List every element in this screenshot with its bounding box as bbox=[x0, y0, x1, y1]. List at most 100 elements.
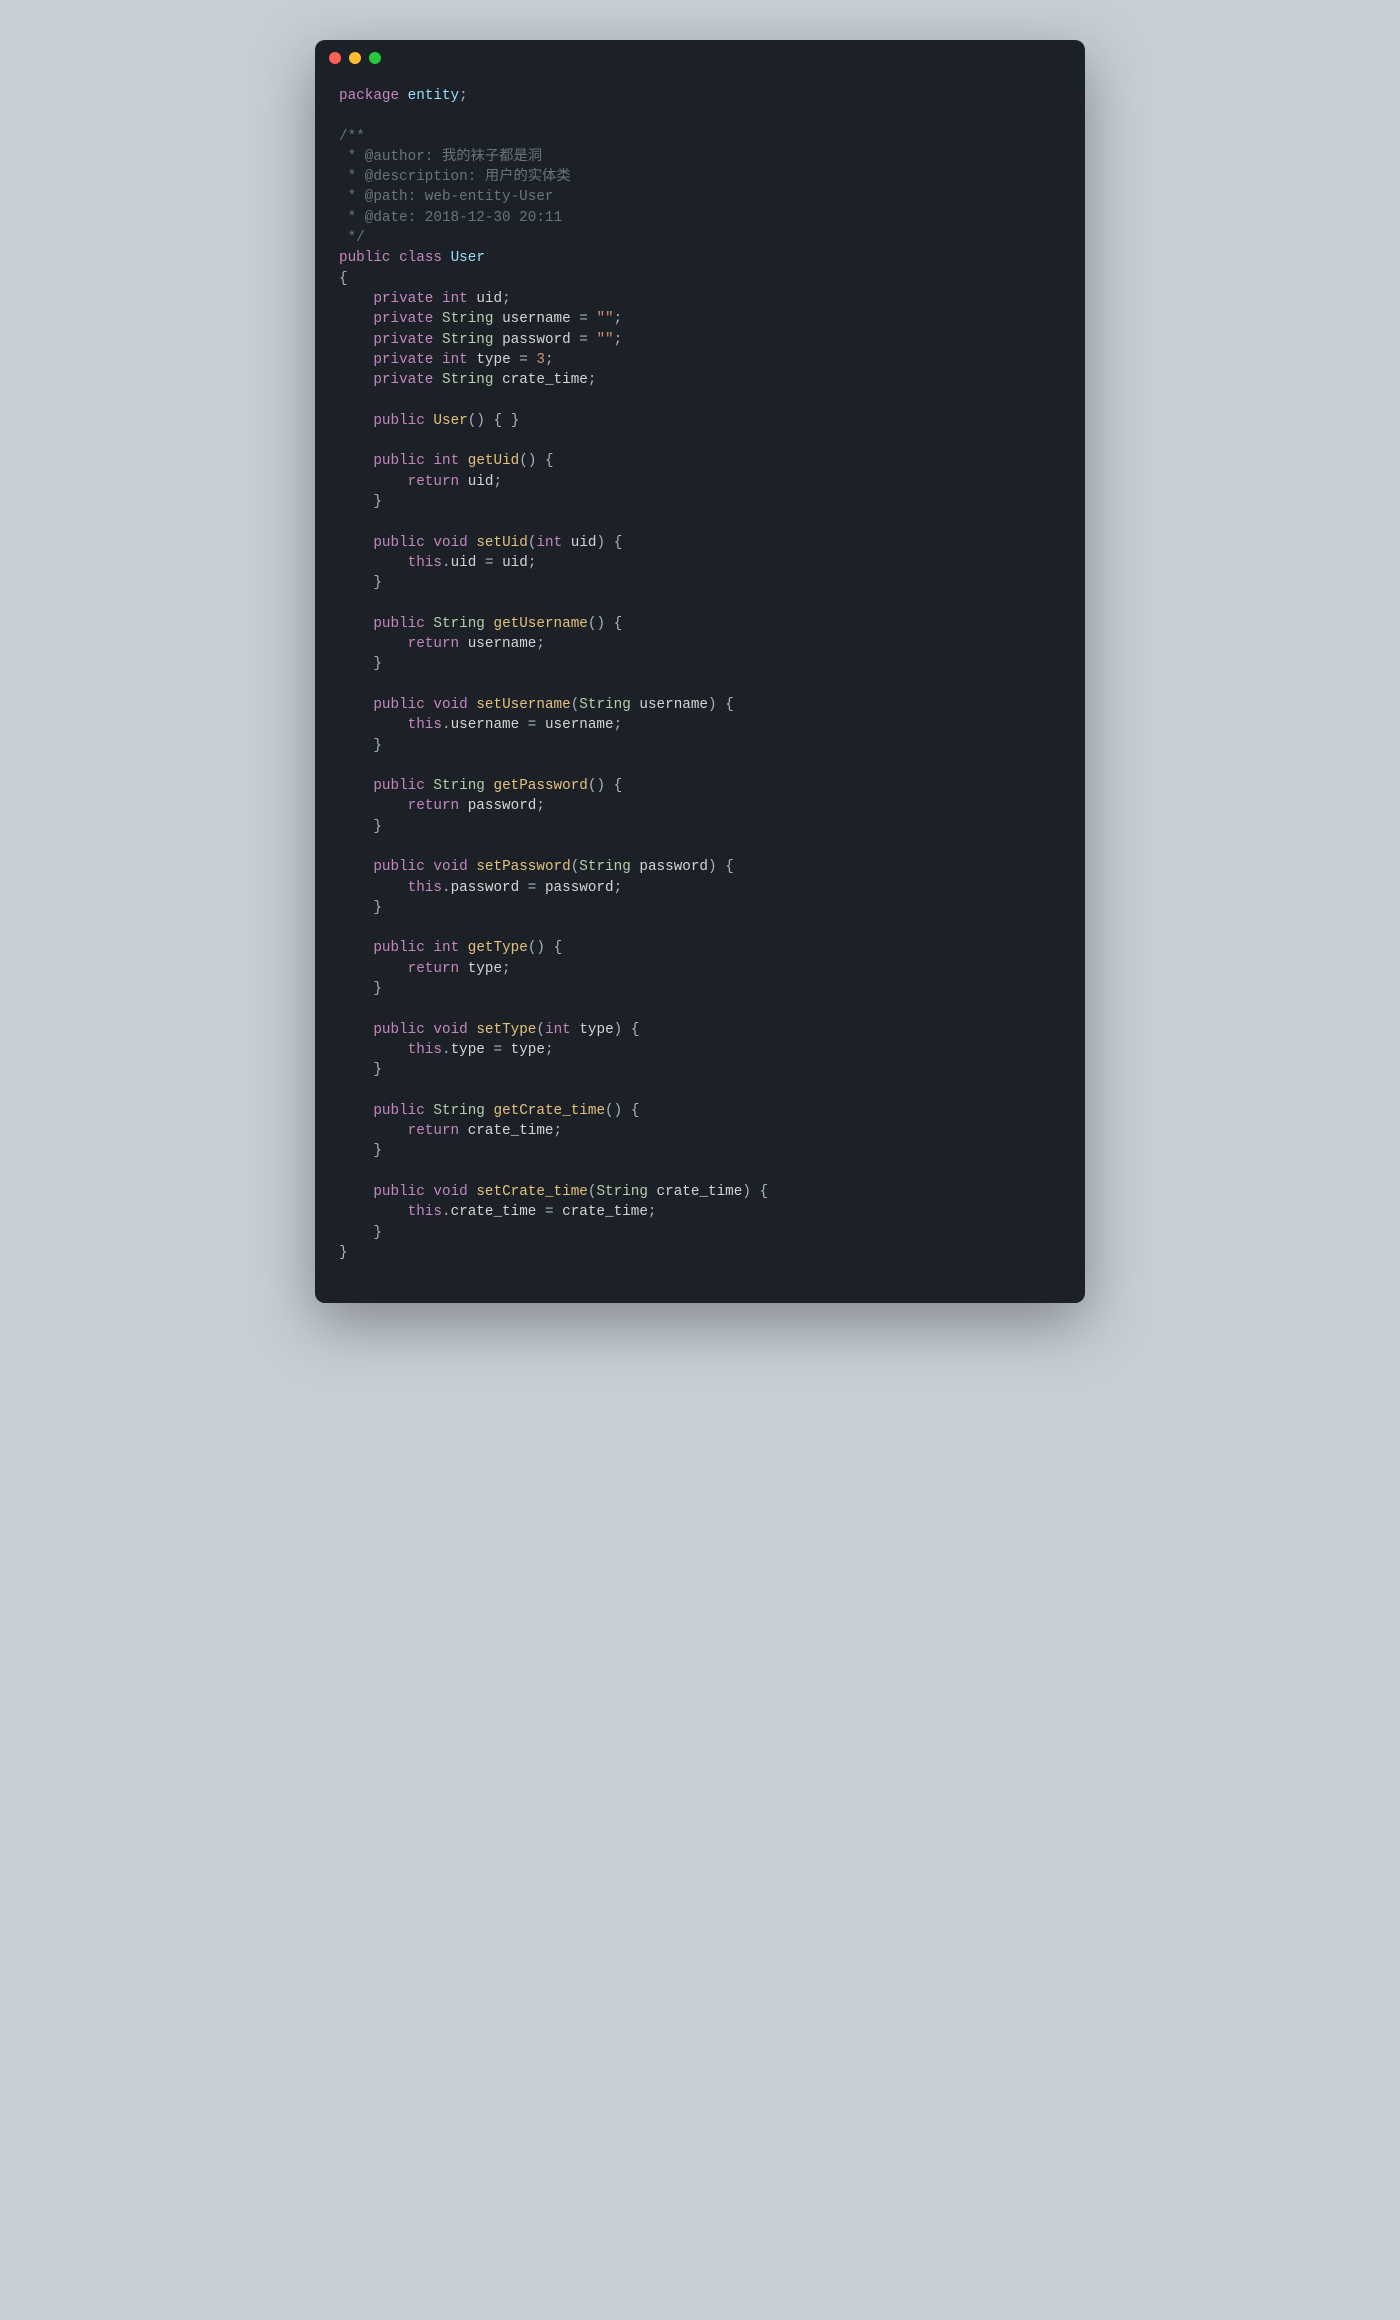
semicolon: ; bbox=[614, 332, 623, 348]
brace-close: } bbox=[373, 494, 382, 510]
comment-close: */ bbox=[339, 230, 365, 246]
method-setUid: setUid bbox=[476, 535, 527, 551]
paren-close: ) bbox=[596, 778, 605, 794]
comment-open: /** bbox=[339, 129, 365, 145]
keyword-return: return bbox=[408, 474, 459, 490]
paren-open: ( bbox=[571, 697, 580, 713]
type-void: void bbox=[433, 1184, 467, 1200]
semicolon: ; bbox=[536, 798, 545, 814]
keyword-public: public bbox=[373, 535, 424, 551]
paren-close: ) bbox=[708, 697, 717, 713]
type-void: void bbox=[433, 697, 467, 713]
param-type-int: int bbox=[536, 535, 562, 551]
keyword-class: class bbox=[399, 250, 442, 266]
type-int: int bbox=[442, 291, 468, 307]
dot: . bbox=[442, 1204, 451, 1220]
assign-type: type bbox=[511, 1042, 545, 1058]
semicolon: ; bbox=[459, 88, 468, 104]
keyword-return: return bbox=[408, 961, 459, 977]
comment-desc-tag: * @description: bbox=[339, 169, 485, 185]
constructor-name: User bbox=[433, 413, 467, 429]
keyword-this: this bbox=[408, 1204, 442, 1220]
paren-open: ( bbox=[536, 1022, 545, 1038]
brace-close: } bbox=[373, 656, 382, 672]
keyword-public: public bbox=[373, 697, 424, 713]
semicolon: ; bbox=[648, 1204, 657, 1220]
brace-close: } bbox=[511, 413, 520, 429]
keyword-public: public bbox=[373, 1103, 424, 1119]
type-string: String bbox=[433, 1103, 484, 1119]
param-type-string: String bbox=[579, 859, 630, 875]
method-setUsername: setUsername bbox=[476, 697, 570, 713]
assign-password: password bbox=[545, 880, 614, 896]
minimize-icon[interactable] bbox=[349, 52, 361, 64]
semicolon: ; bbox=[588, 372, 597, 388]
equals: = bbox=[571, 311, 597, 327]
keyword-package: package bbox=[339, 88, 399, 104]
keyword-public: public bbox=[373, 778, 424, 794]
number-three: 3 bbox=[536, 352, 545, 368]
equals: = bbox=[511, 352, 537, 368]
assign-username: username bbox=[545, 717, 614, 733]
field-password: password bbox=[502, 332, 571, 348]
type-void: void bbox=[433, 1022, 467, 1038]
keyword-public: public bbox=[339, 250, 390, 266]
equals: = bbox=[485, 1042, 511, 1058]
string-empty: "" bbox=[596, 311, 613, 327]
brace-open: { bbox=[494, 413, 503, 429]
type-string: String bbox=[442, 311, 493, 327]
brace-close: } bbox=[373, 981, 382, 997]
keyword-return: return bbox=[408, 636, 459, 652]
semicolon: ; bbox=[545, 352, 554, 368]
brace-close: } bbox=[373, 819, 382, 835]
brace-open: { bbox=[725, 859, 734, 875]
type-int: int bbox=[433, 453, 459, 469]
keyword-this: this bbox=[408, 717, 442, 733]
keyword-this: this bbox=[408, 1042, 442, 1058]
brace-open: { bbox=[631, 1103, 640, 1119]
keyword-return: return bbox=[408, 798, 459, 814]
dot: . bbox=[442, 717, 451, 733]
method-getCrateTime: getCrate_time bbox=[493, 1103, 605, 1119]
code-window: package entity; /** * @author: 我的袜子都是洞 *… bbox=[315, 40, 1085, 1303]
semicolon: ; bbox=[502, 291, 511, 307]
this-username: username bbox=[451, 717, 520, 733]
keyword-private: private bbox=[373, 372, 433, 388]
param-username: username bbox=[639, 697, 708, 713]
keyword-public: public bbox=[373, 616, 424, 632]
brace-close: } bbox=[339, 1245, 348, 1261]
param-crate-time: crate_time bbox=[657, 1184, 743, 1200]
maximize-icon[interactable] bbox=[369, 52, 381, 64]
param-type-int: int bbox=[545, 1022, 571, 1038]
equals: = bbox=[536, 1204, 562, 1220]
equals: = bbox=[519, 880, 545, 896]
keyword-private: private bbox=[373, 311, 433, 327]
equals: = bbox=[519, 717, 545, 733]
return-crate-time: crate_time bbox=[468, 1123, 554, 1139]
keyword-public: public bbox=[373, 413, 424, 429]
method-setCrateTime: setCrate_time bbox=[476, 1184, 588, 1200]
keyword-this: this bbox=[408, 880, 442, 896]
package-name: entity bbox=[408, 88, 459, 104]
paren-open: ( bbox=[571, 859, 580, 875]
type-string: String bbox=[433, 616, 484, 632]
comment-author-tag: * @author: bbox=[339, 149, 442, 165]
close-icon[interactable] bbox=[329, 52, 341, 64]
type-void: void bbox=[433, 859, 467, 875]
keyword-public: public bbox=[373, 940, 424, 956]
class-name: User bbox=[451, 250, 485, 266]
equals: = bbox=[571, 332, 597, 348]
param-type-string: String bbox=[596, 1184, 647, 1200]
return-type: type bbox=[468, 961, 502, 977]
paren-open: ( bbox=[605, 1103, 614, 1119]
keyword-public: public bbox=[373, 1022, 424, 1038]
keyword-private: private bbox=[373, 332, 433, 348]
brace-open: { bbox=[614, 535, 623, 551]
comment-path-tag: * @path: bbox=[339, 189, 425, 205]
string-empty: "" bbox=[596, 332, 613, 348]
brace-open: { bbox=[760, 1184, 769, 1200]
type-string: String bbox=[442, 372, 493, 388]
param-password: password bbox=[639, 859, 708, 875]
semicolon: ; bbox=[545, 1042, 554, 1058]
keyword-private: private bbox=[373, 352, 433, 368]
